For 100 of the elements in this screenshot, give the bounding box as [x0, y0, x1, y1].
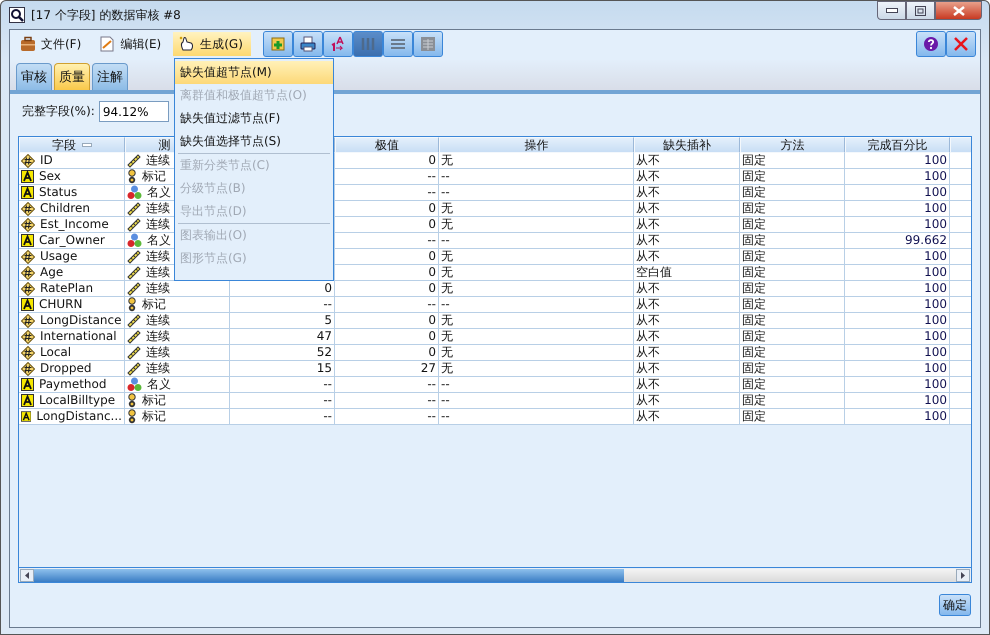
table-cell: 从不	[634, 153, 740, 169]
table-cell: 连续	[125, 329, 230, 345]
table-cell: 99.662	[845, 233, 950, 249]
table-cell: 从不	[634, 361, 740, 377]
table-cell: --	[230, 409, 335, 425]
table-cell: ID	[19, 153, 125, 169]
table-cell: 名义	[125, 377, 230, 393]
table-cell: 从不	[634, 217, 740, 233]
table-cell: 固定	[740, 393, 845, 409]
table-cell: RatePlan	[19, 281, 125, 297]
table-cell: 5	[230, 313, 335, 329]
table-cell: 100	[845, 377, 950, 393]
table-cell: 100	[845, 265, 950, 281]
table-cell: 标记	[125, 409, 230, 425]
table-cell: 从不	[634, 409, 740, 425]
table-cell: 无	[439, 345, 634, 361]
table-cell: 无	[439, 153, 634, 169]
table-cell: 连续	[125, 361, 230, 377]
table-cell: 100	[845, 313, 950, 329]
table-cell: --	[439, 169, 634, 185]
table-cell: CHURN	[19, 297, 125, 313]
table-cell: 从不	[634, 201, 740, 217]
table-cell: 无	[439, 281, 634, 297]
table-cell: 15	[230, 361, 335, 377]
table-cell: 固定	[740, 185, 845, 201]
table-cell: --	[335, 409, 439, 425]
table-cell: 0	[335, 249, 439, 265]
table-cell: 固定	[740, 169, 845, 185]
table-cell: 100	[845, 185, 950, 201]
table-cell: Car_Owner	[19, 233, 125, 249]
table-cell: --	[335, 297, 439, 313]
table-cell: 100	[845, 201, 950, 217]
table-cell: 固定	[740, 297, 845, 313]
table-cell: 固定	[740, 249, 845, 265]
table-cell: Age	[19, 265, 125, 281]
table-cell: 100	[845, 361, 950, 377]
table-cell: 固定	[740, 377, 845, 393]
table-cell: 无	[439, 265, 634, 281]
table-cell: 100	[845, 345, 950, 361]
table-cell: 固定	[740, 361, 845, 377]
table-cell: --	[335, 169, 439, 185]
table-cell: Paymethod	[19, 377, 125, 393]
table-cell: 47	[230, 329, 335, 345]
table-cell: LongDistance	[19, 313, 125, 329]
table-cell: 100	[845, 329, 950, 345]
table-cell: 固定	[740, 201, 845, 217]
table-cell: 连续	[125, 313, 230, 329]
table-cell: --	[335, 377, 439, 393]
table-cell: 从不	[634, 185, 740, 201]
table-cell: 固定	[740, 281, 845, 297]
table-cell: 固定	[740, 345, 845, 361]
table-cell: 无	[439, 329, 634, 345]
table-cell: 27	[335, 361, 439, 377]
table-cell: 0	[335, 329, 439, 345]
table-cell: --	[439, 185, 634, 201]
table-cell: 0	[335, 265, 439, 281]
table-cell: Dropped	[19, 361, 125, 377]
table-cell: 从不	[634, 281, 740, 297]
table-cell: 0	[335, 281, 439, 297]
table-cell: 无	[439, 249, 634, 265]
table-cell: Children	[19, 201, 125, 217]
table-cell: --	[230, 393, 335, 409]
table-cell: 标记	[125, 393, 230, 409]
table-cell: 100	[845, 281, 950, 297]
table-cell: LocalBilltype	[19, 393, 125, 409]
table-cell: 固定	[740, 329, 845, 345]
table-cell: 固定	[740, 265, 845, 281]
table-cell: 无	[439, 201, 634, 217]
table-cell: 从不	[634, 233, 740, 249]
table-cell: 从不	[634, 249, 740, 265]
table-cell: 从不	[634, 297, 740, 313]
table-cell: 0	[335, 153, 439, 169]
table-cell: --	[439, 233, 634, 249]
table-cell: 0	[335, 345, 439, 361]
table-cell: 100	[845, 153, 950, 169]
table-cell: 0	[335, 313, 439, 329]
table-cell: --	[439, 297, 634, 313]
table-cell: 从不	[634, 169, 740, 185]
table-cell: 无	[439, 217, 634, 233]
table-cell: 连续	[125, 281, 230, 297]
table-cell: 100	[845, 409, 950, 425]
table-cell: --	[439, 409, 634, 425]
table-cell: 标记	[125, 297, 230, 313]
table-cell: --	[335, 185, 439, 201]
table-cell: --	[439, 377, 634, 393]
table-cell: 无	[439, 313, 634, 329]
table-cell: 100	[845, 393, 950, 409]
table-cell: Local	[19, 345, 125, 361]
table-cell: 100	[845, 169, 950, 185]
table-cell: --	[335, 233, 439, 249]
table-cell: --	[230, 297, 335, 313]
table-cell: 0	[335, 217, 439, 233]
table-cell: 固定	[740, 217, 845, 233]
table-cell: Est_Income	[19, 217, 125, 233]
table-cell: LongDistanc...	[19, 409, 125, 425]
table-cell: 100	[845, 217, 950, 233]
table-cell: 100	[845, 249, 950, 265]
window-title: [17 个字段] 的数据审核 #8	[31, 6, 181, 24]
table-cell: 空白值	[634, 265, 740, 281]
table-cell: --	[335, 393, 439, 409]
